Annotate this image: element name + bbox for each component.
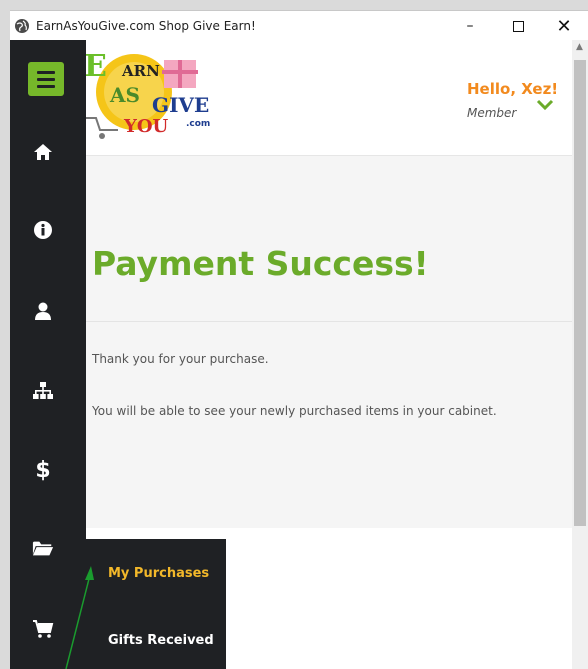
svg-text:ARN: ARN [121, 62, 160, 80]
cabinet-info-text: You will be able to see your newly purch… [92, 404, 497, 418]
divider [86, 321, 572, 322]
thank-you-text: Thank you for your purchase. [92, 352, 269, 366]
browser-window: EarnAsYouGive.com Shop Give Earn! – ✕ E … [0, 0, 588, 669]
home-icon[interactable] [32, 141, 54, 163]
svg-text:AS: AS [109, 83, 140, 107]
title-bar: EarnAsYouGive.com Shop Give Earn! – ✕ [10, 10, 588, 40]
earnasyougive-logo[interactable]: E ARN AS GIVE YOU .com [82, 46, 222, 140]
maximize-icon [512, 20, 524, 32]
sitemap-icon[interactable] [32, 380, 54, 402]
submenu-item-gifts-received[interactable]: Gifts Received [108, 633, 214, 648]
window-title: EarnAsYouGive.com Shop Give Earn! [36, 18, 256, 33]
main-panel: Payment Success! Thank you for your purc… [86, 156, 572, 528]
page-title: Payment Success! [92, 244, 429, 283]
dollar-icon[interactable]: $ [32, 458, 54, 483]
close-button[interactable]: ✕ [541, 11, 587, 41]
page-content: E ARN AS GIVE YOU .com Hello, Xez! Membe… [10, 40, 572, 669]
sidebar: $ [10, 40, 86, 669]
svg-text:YOU: YOU [123, 116, 169, 137]
close-icon: ✕ [556, 15, 572, 37]
user-greeting[interactable]: Hello, Xez! [467, 80, 558, 98]
site-header: E ARN AS GIVE YOU .com Hello, Xez! Membe… [10, 40, 572, 156]
scroll-thumb[interactable] [574, 60, 586, 526]
vertical-scrollbar[interactable]: ▲ [572, 40, 588, 669]
chevron-down-icon[interactable] [535, 98, 555, 112]
minimize-icon: – [466, 18, 474, 34]
scroll-up-icon[interactable]: ▲ [576, 42, 583, 52]
folder-submenu: My Purchases Gifts Received [86, 539, 226, 669]
menu-icon[interactable] [28, 62, 64, 96]
user-icon[interactable] [32, 300, 54, 322]
minimize-button[interactable]: – [447, 11, 493, 41]
submenu-item-my-purchases[interactable]: My Purchases [108, 566, 209, 581]
globe-icon [15, 18, 29, 33]
svg-text:.com: .com [186, 119, 210, 129]
svg-text:GIVE: GIVE [152, 93, 209, 117]
folder-open-icon[interactable] [32, 537, 54, 559]
cart-icon[interactable] [32, 618, 54, 640]
svg-text:E: E [84, 49, 107, 84]
user-role: Member [467, 106, 517, 120]
maximize-button[interactable] [495, 11, 541, 41]
info-icon[interactable] [32, 219, 54, 241]
